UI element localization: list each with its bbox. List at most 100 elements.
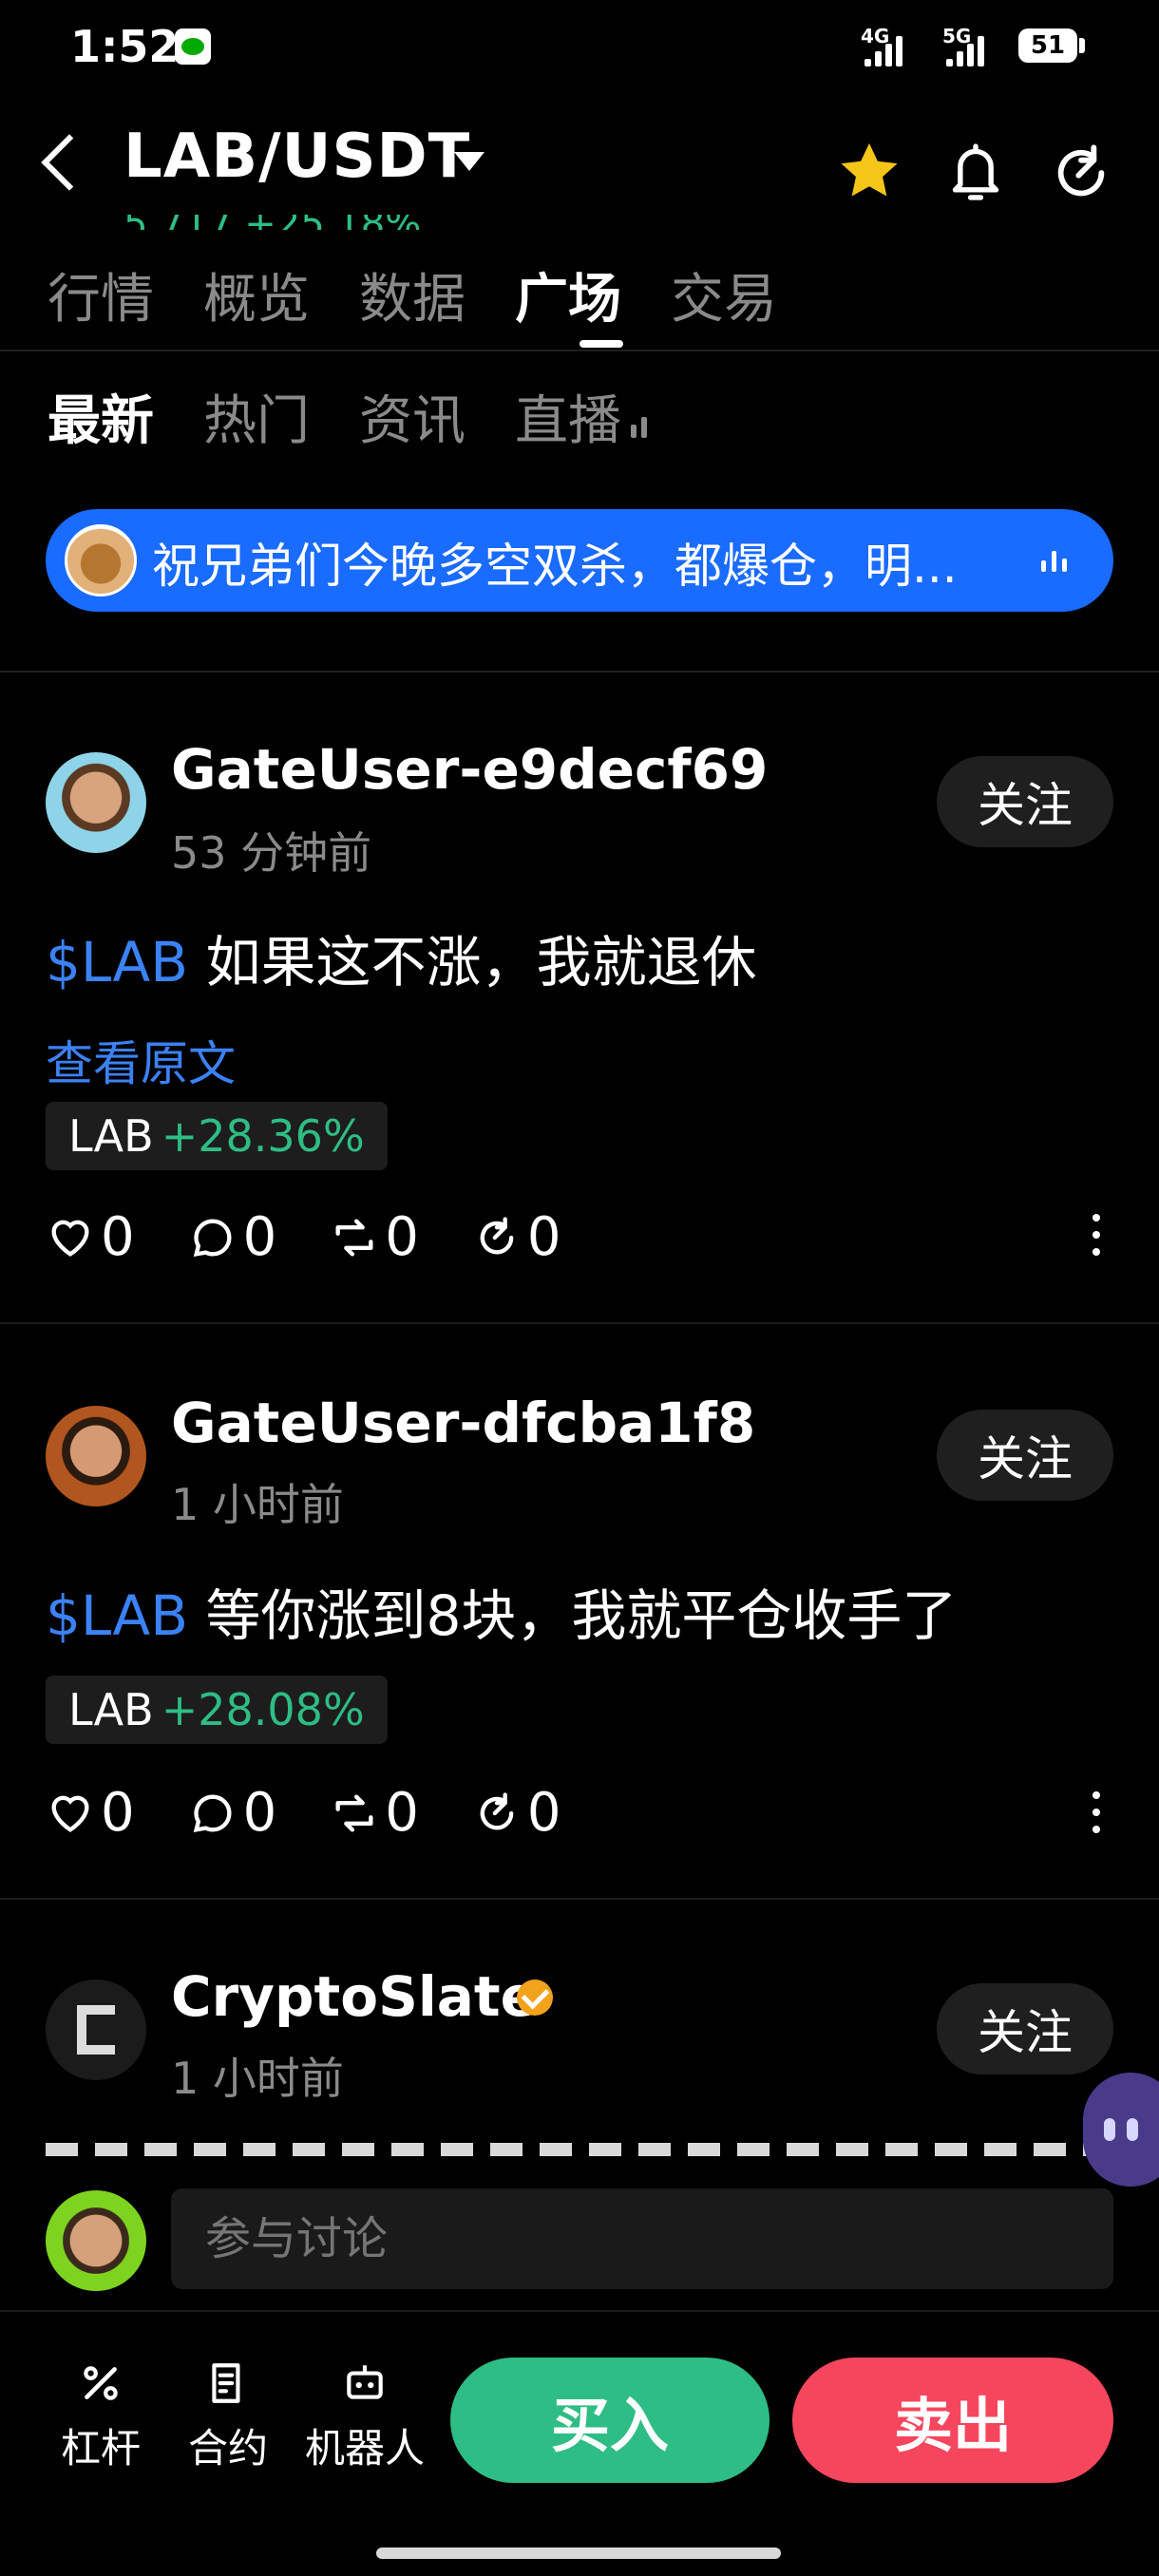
avatar[interactable] [46, 1406, 146, 1506]
sub-tabs: 最新 热门 资讯 直播 [48, 378, 647, 455]
comment-input[interactable] [171, 2188, 1113, 2289]
subtab-news[interactable]: 资讯 [359, 378, 466, 455]
like-button[interactable]: 0 [46, 1782, 135, 1844]
share-count: 0 [526, 1206, 561, 1268]
post-content-clipped [46, 2143, 1110, 2156]
coin-name: LAB [68, 1684, 154, 1735]
cashtag-link[interactable]: $LAB [46, 1583, 188, 1648]
contract-button[interactable]: 合约 [180, 2359, 276, 2474]
post-username[interactable]: CryptoSlate [171, 1964, 538, 2029]
post-username[interactable]: GateUser-e9decf69 [171, 737, 768, 802]
divider [0, 350, 1159, 351]
follow-button[interactable]: 关注 [937, 756, 1113, 847]
repost-button[interactable]: 0 [330, 1782, 419, 1844]
coin-name: LAB [68, 1110, 154, 1162]
more-options-icon[interactable] [1092, 1791, 1104, 1843]
main-tabs: 行情 概览 数据 广场 交易 [48, 256, 777, 333]
bot-label: 机器人 [304, 2425, 425, 2472]
repost-count: 0 [385, 1782, 419, 1844]
banner-text: 祝兄弟们今晚多空双杀，都爆仓，明... [152, 539, 958, 594]
comment-button[interactable]: 0 [188, 1782, 277, 1844]
star-icon[interactable] [836, 141, 902, 203]
tab-active-indicator [580, 340, 623, 348]
subtab-latest[interactable]: 最新 [48, 378, 154, 455]
repost-icon [335, 1219, 373, 1256]
post-content[interactable]: $LAB 如果这不涨，我就退休 [46, 918, 756, 997]
divider [0, 1322, 1159, 1324]
robot-icon [347, 2365, 383, 2399]
subtab-live[interactable]: 直播 [515, 378, 647, 455]
post-time: 1 小时前 [171, 1479, 344, 1530]
battery-tip [1079, 38, 1085, 53]
pair-title[interactable]: LAB/USDT [124, 122, 470, 192]
heart-icon [51, 1220, 89, 1257]
divider [0, 2310, 1159, 2312]
post-time: 1 小时前 [171, 2053, 344, 2104]
heart-icon [51, 1795, 89, 1832]
avatar[interactable] [46, 1979, 146, 2080]
like-button[interactable]: 0 [46, 1206, 135, 1268]
tab-market[interactable]: 行情 [48, 256, 154, 333]
bot-button[interactable]: 机器人 [302, 2359, 428, 2474]
coin-change: +28.36% [161, 1110, 365, 1162]
comment-icon [193, 1793, 232, 1832]
tab-data[interactable]: 数据 [359, 256, 466, 333]
tab-trade[interactable]: 交易 [671, 256, 777, 333]
coin-change: +28.08% [161, 1684, 365, 1735]
status-time: 1:52 [70, 21, 180, 72]
view-original-link[interactable]: 查看原文 [46, 1026, 236, 1094]
post-text: 等你涨到8块，我就平仓收手了 [188, 1583, 958, 1648]
percent-icon [84, 2366, 118, 2400]
share-icon [480, 1791, 514, 1829]
tab-overview[interactable]: 概览 [203, 256, 310, 333]
divider [0, 1898, 1159, 1900]
comment-count: 0 [242, 1782, 277, 1844]
post-content[interactable]: $LAB 等你涨到8块，我就平仓收手了 [46, 1571, 957, 1651]
tab-square[interactable]: 广场 [515, 256, 621, 333]
ai-assistant-button[interactable] [1083, 2073, 1159, 2187]
sell-button[interactable]: 卖出 [792, 2358, 1113, 2483]
leverage-label: 杠杆 [60, 2425, 141, 2472]
like-count: 0 [101, 1782, 135, 1844]
share-count: 0 [526, 1782, 561, 1844]
audio-wave-icon [1041, 549, 1067, 572]
share-button[interactable]: 0 [472, 1206, 561, 1268]
more-options-icon[interactable] [1092, 1214, 1104, 1265]
wechat-notification-icon [175, 28, 211, 65]
follow-button[interactable]: 关注 [937, 1410, 1113, 1501]
contract-label: 合约 [187, 2425, 268, 2472]
post-text: 如果这不涨，我就退休 [188, 930, 757, 994]
chevron-down-icon[interactable] [454, 152, 484, 171]
sub-price: 5.717 +25.18% [124, 215, 421, 230]
post-actions: 0 0 0 0 [46, 1206, 615, 1268]
cashtag-link[interactable]: $LAB [46, 930, 188, 994]
back-icon[interactable] [41, 134, 98, 191]
banner-avatar [65, 524, 137, 597]
post-actions: 0 0 0 0 [46, 1782, 615, 1844]
share-icon [480, 1216, 514, 1254]
share-button[interactable]: 0 [472, 1782, 561, 1844]
live-bars-icon [631, 411, 647, 438]
post-time: 53 分钟前 [171, 827, 372, 879]
bell-icon[interactable] [944, 139, 1007, 205]
comment-icon [193, 1218, 232, 1257]
post-username[interactable]: GateUser-dfcba1f8 [171, 1391, 755, 1455]
refresh-icon[interactable] [1051, 142, 1112, 203]
battery-icon: 51 [1018, 28, 1077, 63]
user-avatar [46, 2190, 146, 2291]
signal-icon [946, 32, 984, 66]
verified-badge-icon [517, 1979, 553, 2016]
home-indicator[interactable] [376, 2548, 781, 2559]
repost-button[interactable]: 0 [330, 1206, 419, 1268]
repost-count: 0 [385, 1206, 419, 1268]
coin-tag[interactable]: LAB +28.08% [46, 1676, 388, 1744]
comment-button[interactable]: 0 [188, 1206, 276, 1268]
subtab-hot[interactable]: 热门 [203, 378, 310, 455]
buy-button[interactable]: 买入 [450, 2358, 770, 2483]
avatar[interactable] [46, 752, 146, 853]
follow-button[interactable]: 关注 [937, 1983, 1113, 2074]
leverage-button[interactable]: 杠杆 [53, 2359, 148, 2474]
subtab-live-label: 直播 [515, 390, 621, 452]
repost-icon [335, 1794, 373, 1831]
coin-tag[interactable]: LAB +28.36% [46, 1102, 388, 1170]
